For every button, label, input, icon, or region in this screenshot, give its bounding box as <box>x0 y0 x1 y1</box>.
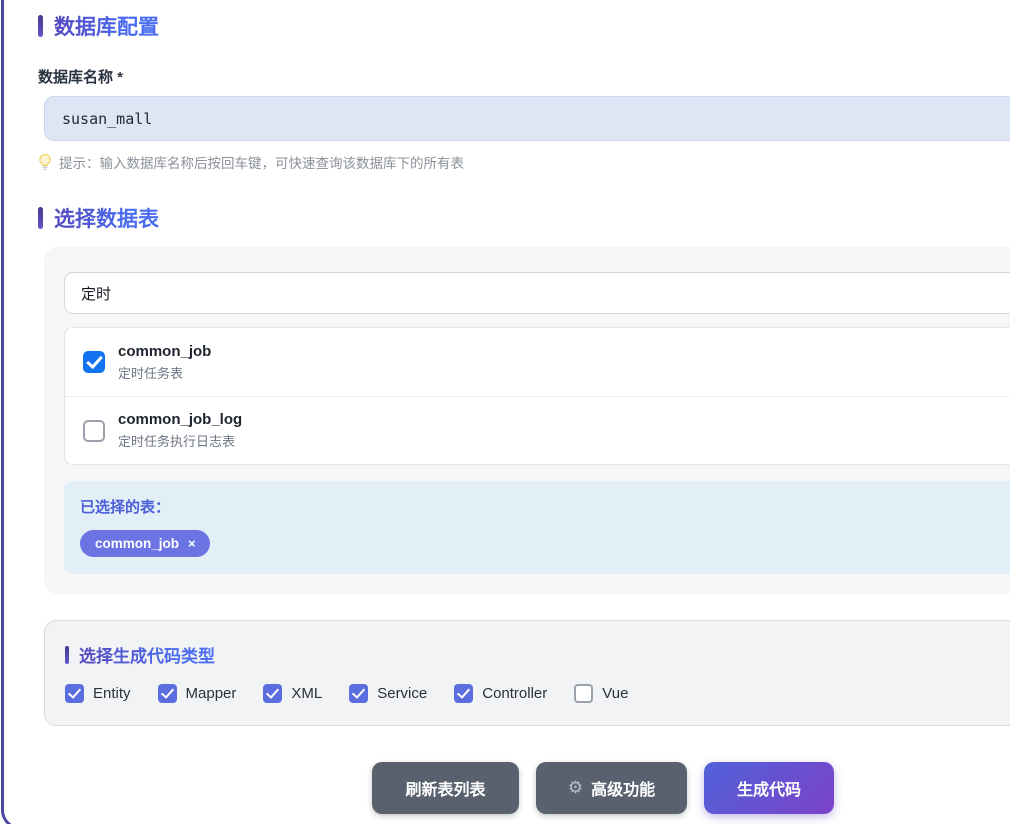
tag-remove-icon[interactable]: × <box>188 537 196 550</box>
db-name-tip-text: 提示：输入数据库名称后按回车键，可快速查询该数据库下的所有表 <box>59 152 464 172</box>
code-type-label: Controller <box>482 685 547 702</box>
code-type-label: Vue <box>602 685 628 702</box>
code-type-checkbox[interactable] <box>65 684 84 703</box>
db-name-tip: 提示：输入数据库名称后按回车键，可快速查询该数据库下的所有表 <box>38 152 1010 172</box>
section-accent-bar <box>38 15 43 37</box>
table-list: common_job 定时任务表 common_job_log 定时任务执行日志… <box>64 327 1010 465</box>
table-row-common-job[interactable]: common_job 定时任务表 <box>65 328 1010 396</box>
section-accent-bar <box>38 207 43 229</box>
advanced-features-label: 高级功能 <box>591 776 655 800</box>
code-types-card: 选择生成代码类型 Entity Mapper XML Service Contr… <box>44 620 1010 726</box>
code-type-options: Entity Mapper XML Service Controller Vue <box>65 684 1010 703</box>
table-desc: 定时任务表 <box>118 363 211 382</box>
code-type-label: XML <box>291 685 322 702</box>
code-type-controller[interactable]: Controller <box>454 684 547 703</box>
code-type-checkbox[interactable] <box>158 684 177 703</box>
code-type-vue[interactable]: Vue <box>574 684 628 703</box>
table-row-common-job-log[interactable]: common_job_log 定时任务执行日志表 <box>65 396 1010 464</box>
section-code-types: 选择生成代码类型 <box>65 642 1010 667</box>
section-title-tables: 选择数据表 <box>54 203 159 233</box>
selected-table-tag-name: common_job <box>95 536 179 551</box>
section-database-config: 数据库配置 <box>38 11 1010 41</box>
code-type-entity[interactable]: Entity <box>65 684 131 703</box>
table-row-text: common_job 定时任务表 <box>118 343 211 382</box>
code-type-checkbox[interactable] <box>263 684 282 703</box>
code-type-checkbox[interactable] <box>349 684 368 703</box>
table-row-text: common_job_log 定时任务执行日志表 <box>118 411 242 450</box>
section-select-tables: 选择数据表 <box>38 203 1010 233</box>
code-type-checkbox[interactable] <box>454 684 473 703</box>
code-type-service[interactable]: Service <box>349 684 427 703</box>
page-content: 数据库配置 数据库名称 * 提示：输入数据库名称后按回车键，可快速查询该数据库下… <box>0 0 1010 814</box>
refresh-tables-button[interactable]: 刷新表列表 <box>372 762 519 814</box>
db-name-label: 数据库名称 * <box>38 66 1010 87</box>
selected-tables-label: 已选择的表： <box>80 496 1010 517</box>
section-title-database: 数据库配置 <box>54 11 159 41</box>
code-type-xml[interactable]: XML <box>263 684 322 703</box>
action-buttons: 刷新表列表 ⚙ 高级功能 生成代码 <box>38 762 1010 814</box>
lightbulb-icon <box>38 154 52 171</box>
code-type-label: Service <box>377 685 427 702</box>
selected-table-tag: common_job × <box>80 530 210 557</box>
generate-code-button[interactable]: 生成代码 <box>704 762 834 814</box>
table-picker-card: common_job 定时任务表 common_job_log 定时任务执行日志… <box>44 247 1010 594</box>
section-accent-bar <box>65 646 69 664</box>
table-checkbox[interactable] <box>83 420 105 442</box>
table-name: common_job_log <box>118 411 242 428</box>
table-search-input[interactable] <box>64 272 1010 314</box>
section-title-code-types: 选择生成代码类型 <box>79 642 215 667</box>
db-name-input[interactable] <box>44 96 1010 141</box>
code-type-checkbox[interactable] <box>574 684 593 703</box>
code-type-mapper[interactable]: Mapper <box>158 684 237 703</box>
gear-icon: ⚙ <box>568 778 583 798</box>
table-checkbox[interactable] <box>83 351 105 373</box>
code-type-label: Mapper <box>186 685 237 702</box>
advanced-features-button[interactable]: ⚙ 高级功能 <box>536 762 687 814</box>
selected-tables-box: 已选择的表： common_job × <box>64 481 1010 574</box>
table-name: common_job <box>118 343 211 360</box>
code-type-label: Entity <box>93 685 131 702</box>
table-desc: 定时任务执行日志表 <box>118 431 242 450</box>
